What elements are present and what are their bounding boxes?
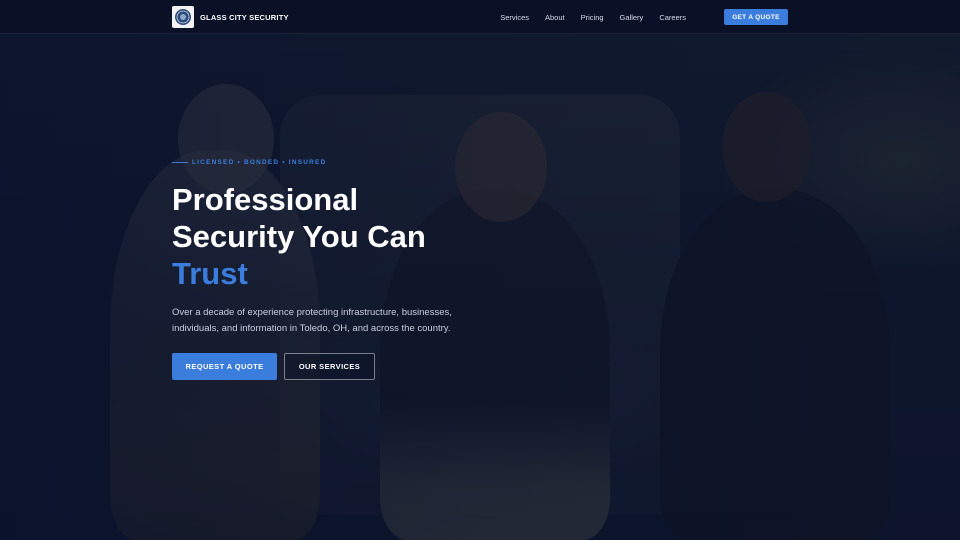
get-quote-button[interactable]: GET A QUOTE: [724, 9, 788, 25]
hero-dark-overlay: [0, 0, 960, 540]
headline-line-2: Security You Can: [172, 219, 426, 254]
nav-link-about[interactable]: About: [545, 13, 565, 22]
hero-headline: Professional Security You Can Trust: [172, 181, 472, 292]
eyebrow-text: LICENSED • BONDED • INSURED: [192, 159, 327, 166]
nav-link-gallery[interactable]: Gallery: [620, 13, 644, 22]
headline-accent: Trust: [172, 256, 248, 291]
main-nav: Services About Pricing Gallery Careers: [484, 0, 686, 34]
eyebrow-divider: [172, 162, 188, 163]
nav-link-pricing[interactable]: Pricing: [581, 13, 604, 22]
headline-line-1: Professional: [172, 182, 359, 217]
brand-name: GLASS CITY SECURITY: [200, 12, 289, 22]
nav-link-services[interactable]: Services: [500, 13, 529, 22]
hero-subtext: Over a decade of experience protecting i…: [172, 307, 452, 334]
nav-link-careers[interactable]: Careers: [659, 13, 686, 22]
our-services-button[interactable]: OUR SERVICES: [284, 353, 375, 380]
top-navbar: GLASS CITY SECURITY Services About Prici…: [0, 0, 960, 34]
shield-badge-icon: [172, 6, 194, 28]
brand-home-link[interactable]: GLASS CITY SECURITY: [172, 6, 289, 28]
eyebrow: LICENSED • BONDED • INSURED: [172, 159, 326, 166]
request-quote-button[interactable]: REQUEST A QUOTE: [172, 353, 277, 380]
hero-background-image: [0, 0, 960, 540]
